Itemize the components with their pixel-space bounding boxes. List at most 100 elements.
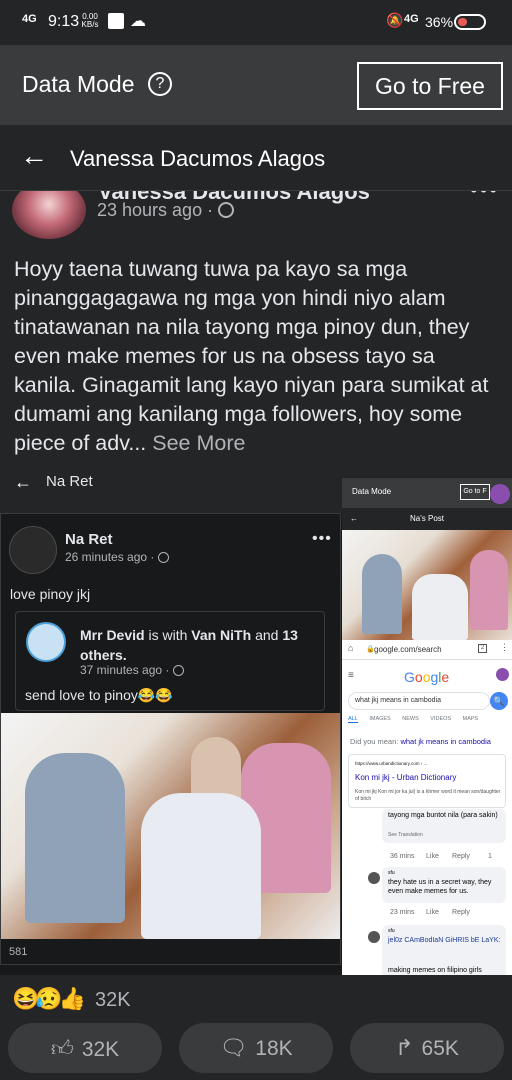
browser-url-bar: ⌂ 🔒 google.com/search 2 ⋮ xyxy=(342,640,512,660)
did-you-mean: Did you mean: what jk means in cambodia xyxy=(350,737,491,746)
meta-separator: · xyxy=(207,200,214,220)
google-tab: IMAGES xyxy=(369,716,391,722)
did-you-mean-label: Did you mean: xyxy=(350,737,399,746)
mini-post-title: Na's Post xyxy=(410,514,444,523)
screenshot-image-left[interactable]: Na Ret 26 minutes ago · ••• love pinoy j… xyxy=(0,513,341,965)
page-header: ← Vanessa Dacumos Alagos xyxy=(0,125,512,191)
help-icon[interactable]: ? xyxy=(148,72,172,96)
google-search-box: what jkj means in cambodia xyxy=(348,692,490,710)
quoted-time: 37 minutes ago · xyxy=(80,663,184,677)
globe-icon xyxy=(157,552,169,563)
see-more-link[interactable]: See More xyxy=(152,431,245,455)
post-time[interactable]: 23 hours ago xyxy=(97,200,202,220)
go-to-free-button[interactable]: Go to Free xyxy=(357,62,503,110)
inner-author: Na Ret xyxy=(65,531,113,548)
logo-letter: G xyxy=(404,669,415,685)
post: Vanessa Dacumos Alagos ••• 23 hours ago … xyxy=(0,191,512,513)
battery-percent: 36% xyxy=(425,14,454,30)
person-figure xyxy=(412,574,468,640)
comment-text: tayong mga buntot nila (para sakin) xyxy=(388,812,498,819)
logo-letter: o xyxy=(414,669,423,685)
mini-back-arrow-icon: ← xyxy=(350,514,358,523)
avatar[interactable] xyxy=(12,191,86,239)
comment-bubble: sfu jel0z CAmBodIaN GiHRIS bE LaYK: maki… xyxy=(382,925,506,979)
mini-data-mode-bar: Data Mode Go to F xyxy=(342,478,512,508)
network-speed-unit: KB/s xyxy=(81,20,99,29)
comment-bubble: tayong mga buntot nila (para sakin) See … xyxy=(382,809,506,843)
page-title: Vanessa Dacumos Alagos xyxy=(70,146,326,171)
comment-reply: Reply xyxy=(452,853,470,860)
quoted-author: Mrr Devid xyxy=(80,627,145,643)
quoted-with: is with xyxy=(148,627,188,643)
google-search-screenshot: ⌂ 🔒 google.com/search 2 ⋮ ≡ Google what … xyxy=(342,640,512,836)
post-more-icon[interactable]: ••• xyxy=(470,191,499,203)
comment-text: they hate us in a secret way, they even … xyxy=(388,879,492,895)
person-figure xyxy=(470,550,508,630)
reaction-emojis-icon[interactable]: 😆😥👍 xyxy=(12,986,86,1012)
google-tabs: ALL IMAGES NEWS VIDEOS MAPS xyxy=(348,716,508,723)
battery-icon xyxy=(454,14,486,30)
status-bar: 4G 9:13 0.00 KB/s ☁ 🔕 4G 36% xyxy=(0,0,512,45)
data-mode-bar: Data Mode ? Go to Free xyxy=(0,45,512,125)
signal-indicator: 4G xyxy=(22,13,37,25)
google-tab: ALL xyxy=(348,716,358,723)
home-icon: ⌂ xyxy=(348,643,354,653)
comment-text: making memes on filipino girls xyxy=(388,967,482,974)
inner-avatar xyxy=(9,526,57,574)
browser-menu-icon: ⋮ xyxy=(500,642,509,652)
share-button[interactable]: ↱ 65K xyxy=(350,1023,504,1073)
data-mode-title: Data Mode xyxy=(22,71,135,97)
comment-time: 36 mins xyxy=(390,853,415,860)
shared-arrow-icon: ← xyxy=(14,472,32,492)
google-tab: VIDEOS xyxy=(430,716,452,722)
mini-students-photo xyxy=(342,530,512,640)
search-icon: 🔍 xyxy=(490,692,508,710)
comment-text: jel0z CAmBodIaN GiHRIS bE LaYK: xyxy=(388,937,501,944)
comment-button[interactable]: 🗨︎ 18K xyxy=(179,1023,333,1073)
result-title: Kon mi jkj - Urban Dictionary xyxy=(355,773,457,782)
comment-author: sfu xyxy=(388,928,395,934)
comment-like-count: 1 xyxy=(488,853,492,860)
like-count: 32K xyxy=(81,1037,120,1061)
mini-data-mode-title: Data Mode xyxy=(352,487,392,496)
comment-bubble: sfu they hate us in a secret way, they e… xyxy=(382,867,506,903)
quoted-time-text: 37 minutes ago xyxy=(80,663,163,677)
globe-icon xyxy=(172,665,184,676)
like-thumb-icon: 👍︎ xyxy=(50,1035,74,1061)
comment-avatar xyxy=(368,931,380,943)
mini-post-header: ← Na's Post xyxy=(342,508,512,530)
inner-text: love pinoy jkj xyxy=(10,586,91,602)
like-button[interactable]: 👍︎ 32K xyxy=(8,1023,162,1073)
inner-time-text: 26 minutes ago xyxy=(65,550,148,564)
comment-time: 23 mins xyxy=(390,909,415,916)
reaction-count[interactable]: 32K xyxy=(95,989,131,1012)
search-result: https://www.urbandictionary.com › ... Ko… xyxy=(348,754,506,808)
quoted-text: send love to pinoy😂😂 xyxy=(25,687,173,703)
inner-separator: · xyxy=(150,550,155,564)
globe-icon xyxy=(218,202,235,218)
quoted-tagged: Van NiTh xyxy=(191,627,252,643)
share-count: 65K xyxy=(421,1037,459,1060)
person-figure xyxy=(362,554,402,634)
students-photo xyxy=(1,713,340,939)
google-tab: MAPS xyxy=(462,716,479,722)
network-speed: 0.00 KB/s xyxy=(80,13,100,29)
message-notification-icon xyxy=(108,13,124,29)
inner-time: 26 minutes ago · xyxy=(65,550,169,564)
comment-author: sfu xyxy=(388,870,395,876)
browser-url: google.com/search xyxy=(374,645,442,654)
battery-fill xyxy=(458,18,467,26)
google-logo: Google xyxy=(404,669,449,685)
inner-reaction-count: 581 xyxy=(9,946,28,958)
comment-avatar xyxy=(368,872,380,884)
comment-count: 18K xyxy=(255,1037,293,1060)
back-arrow-icon[interactable]: ← xyxy=(20,142,48,170)
shared-post-name[interactable]: Na Ret xyxy=(46,473,93,490)
reactions-bar: 😆😥👍 32K 👍︎ 32K 🗨︎ 18K ↱ 65K xyxy=(0,975,512,1080)
person-figure xyxy=(25,753,125,923)
mute-icon: 🔕 xyxy=(386,12,404,28)
quoted-header: Mrr Devid is with Van NiTh and 13 others… xyxy=(80,625,320,665)
comment-reply: Reply xyxy=(452,909,470,916)
status-time: 9:13 xyxy=(48,13,80,30)
share-arrow-icon: ↱ xyxy=(395,1035,414,1060)
